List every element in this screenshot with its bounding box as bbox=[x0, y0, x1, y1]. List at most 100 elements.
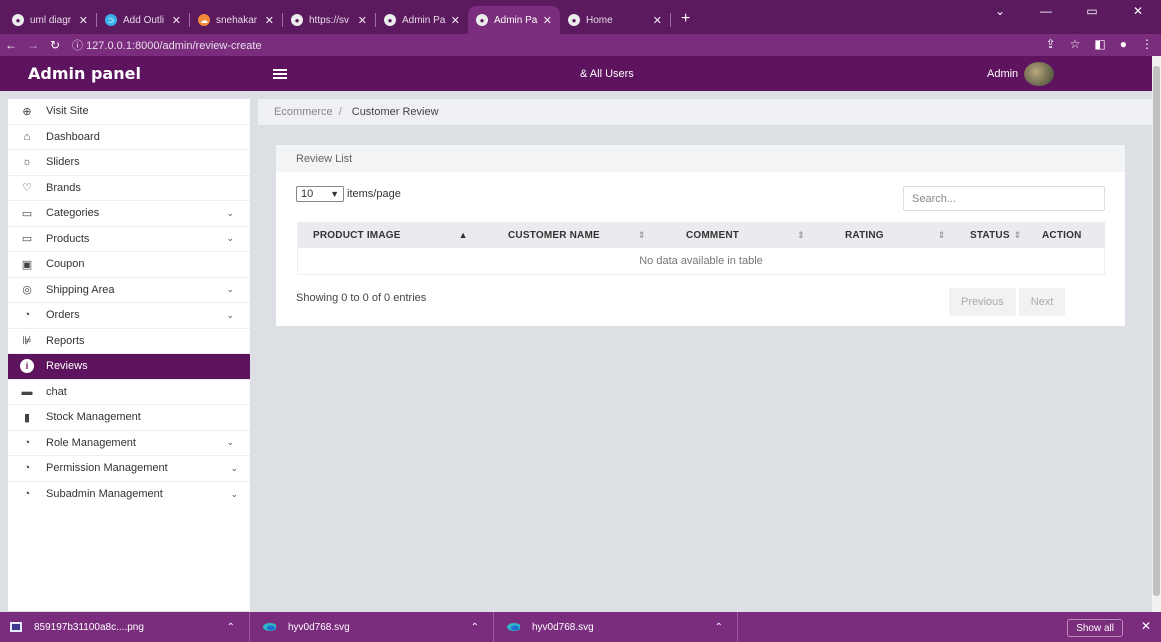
close-tab-icon[interactable]: ✕ bbox=[172, 14, 181, 27]
bookmark-icon: ▮ bbox=[23, 411, 31, 424]
edge-icon bbox=[263, 623, 276, 631]
pagination: Previous Next bbox=[949, 288, 1066, 316]
chevron-up-icon[interactable]: ⌃ bbox=[715, 622, 723, 633]
address-bar-actions: ⇪ ☆ ◧ ● ⋮ bbox=[1046, 37, 1153, 51]
sidebar-item-role-management[interactable]: ◔ Role Management ⌄ bbox=[8, 431, 250, 456]
sidebar-item-dashboard[interactable]: ⌂ Dashboard bbox=[8, 125, 250, 150]
table-empty-row: No data available in table bbox=[297, 248, 1105, 275]
chrome-icon: ● bbox=[476, 14, 488, 26]
per-page-control: 10 ▼ items/page bbox=[296, 186, 401, 202]
reload-icon[interactable]: ↻ bbox=[44, 38, 66, 52]
sidebar-item-orders[interactable]: ◔ Orders ⌄ bbox=[8, 303, 250, 329]
review-list-card: Review List 10 ▼ items/page Search... PRO… bbox=[276, 145, 1125, 326]
browser-tab[interactable]: ● https://sv ✕ bbox=[283, 6, 375, 34]
image-file-icon bbox=[10, 622, 22, 632]
clock-icon: ◔ bbox=[23, 462, 31, 475]
sidebar-item-products[interactable]: ▭ Products ⌄ bbox=[8, 227, 250, 252]
close-tab-icon[interactable]: ✕ bbox=[653, 14, 662, 27]
app-header: Admin panel & All Users Admin bbox=[0, 56, 1152, 91]
share-icon[interactable]: ⇪ bbox=[1046, 37, 1056, 51]
browser-tab[interactable]: ● Admin Pa ✕ bbox=[376, 6, 468, 34]
chevron-up-icon[interactable]: ⌃ bbox=[227, 622, 235, 633]
url-field[interactable]: ⓘ 127.0.0.1:8000/admin/review-create bbox=[72, 37, 262, 53]
browser-tab[interactable]: ● uml diagr ✕ bbox=[4, 6, 96, 34]
browser-tab[interactable]: ● Home ✕ bbox=[560, 6, 670, 34]
chevron-up-icon[interactable]: ⌃ bbox=[471, 622, 479, 633]
sidebar-item-shipping-area[interactable]: ◎ Shipping Area ⌄ bbox=[8, 278, 250, 303]
sidebar-item-chat[interactable]: ▬ chat bbox=[8, 380, 250, 405]
close-tab-icon[interactable]: ✕ bbox=[358, 14, 367, 27]
column-action[interactable]: ACTION bbox=[1042, 222, 1105, 248]
previous-button[interactable]: Previous bbox=[949, 288, 1016, 316]
sidebar-item-sliders[interactable]: ☼ Sliders bbox=[8, 150, 250, 176]
all-users-link[interactable]: & All Users bbox=[580, 68, 634, 80]
sidebar-item-categories[interactable]: ▭ Categories ⌄ bbox=[8, 201, 250, 227]
sort-asc-icon: ▲ bbox=[458, 230, 468, 240]
menu-icon[interactable]: ⋮ bbox=[1141, 37, 1153, 51]
browser-tab-bar: ● uml diagr ✕ ⊃ Add Outli ✕ ☁ snehakar ✕ ● http… bbox=[0, 0, 1161, 34]
search-input[interactable]: Search... bbox=[903, 186, 1105, 211]
browser-tab[interactable]: ☁ snehakar ✕ bbox=[190, 6, 282, 34]
info-icon[interactable]: ⓘ bbox=[72, 40, 83, 52]
sidebar-item-reviews[interactable]: i Reviews bbox=[8, 354, 250, 380]
forward-icon[interactable]: → bbox=[22, 38, 44, 52]
close-window-icon[interactable]: ✕ bbox=[1115, 0, 1161, 24]
outline-icon: ⊃ bbox=[105, 14, 117, 26]
download-item[interactable]: hyv0d768.svg ⌃ bbox=[494, 612, 738, 642]
calendar-icon: ▣ bbox=[21, 258, 33, 271]
close-icon[interactable]: ✕ bbox=[1141, 619, 1151, 633]
brand-title: Admin panel bbox=[28, 64, 141, 83]
chat-icon: ▬ bbox=[21, 385, 33, 398]
minimize-icon[interactable]: — bbox=[1023, 0, 1069, 24]
maximize-icon[interactable]: ▭ bbox=[1069, 0, 1115, 24]
sidebar-item-visit-site[interactable]: ⊕ Visit Site bbox=[8, 99, 250, 125]
sidepanel-icon[interactable]: ◧ bbox=[1094, 37, 1105, 51]
column-comment[interactable]: COMMENT ⇕ bbox=[686, 222, 805, 248]
sidebar-item-permission-management[interactable]: ◔ Permission Management ⌄ bbox=[8, 456, 250, 482]
browser-tab[interactable]: ⊃ Add Outli ✕ bbox=[97, 6, 189, 34]
breadcrumb-parent[interactable]: Ecommerce bbox=[274, 106, 333, 118]
tab-separator bbox=[670, 13, 671, 27]
per-page-label: items/page bbox=[347, 188, 401, 200]
chevron-down-icon[interactable]: ⌄ bbox=[977, 0, 1023, 24]
close-tab-icon[interactable]: ✕ bbox=[79, 14, 88, 27]
location-icon: ◎ bbox=[22, 284, 32, 297]
close-tab-icon[interactable]: ✕ bbox=[543, 14, 552, 27]
column-status[interactable]: STATUS ⇕ bbox=[970, 222, 1021, 248]
sort-icon: ⇕ bbox=[937, 229, 946, 240]
close-tab-icon[interactable]: ✕ bbox=[265, 14, 274, 27]
column-product-image[interactable]: PRODUCT IMAGE ▲ bbox=[313, 222, 468, 248]
column-rating[interactable]: RATING ⇕ bbox=[845, 222, 946, 248]
admin-menu[interactable]: Admin bbox=[987, 61, 1055, 86]
chevron-down-icon: ⌄ bbox=[226, 284, 234, 295]
chrome-icon: ● bbox=[568, 14, 580, 26]
sidebar-item-reports[interactable]: ⊯ Reports bbox=[8, 329, 250, 354]
clock-icon: ◔ bbox=[23, 309, 31, 322]
download-item[interactable]: hyv0d768.svg ⌃ bbox=[250, 612, 494, 642]
close-tab-icon[interactable]: ✕ bbox=[451, 14, 460, 27]
browser-tab-active[interactable]: ● Admin Pa ✕ bbox=[468, 6, 560, 34]
window-controls: ⌄ — ▭ ✕ bbox=[977, 0, 1161, 24]
column-customer-name[interactable]: CUSTOMER NAME ⇕ bbox=[508, 222, 646, 248]
sidebar-item-stock-management[interactable]: ▮ Stock Management bbox=[8, 405, 250, 431]
hamburger-icon[interactable] bbox=[273, 68, 287, 79]
per-page-select[interactable]: 10 ▼ bbox=[296, 186, 344, 202]
show-all-button[interactable]: Show all bbox=[1067, 619, 1123, 637]
scrollbar-thumb[interactable] bbox=[1153, 66, 1160, 596]
sidebar-item-brands[interactable]: ♡ Brands bbox=[8, 176, 250, 201]
download-item[interactable]: 859197b31100a8c....png ⌃ bbox=[0, 612, 250, 642]
chrome-icon: ● bbox=[12, 14, 24, 26]
sidebar-item-coupon[interactable]: ▣ Coupon bbox=[8, 252, 250, 278]
next-button[interactable]: Next bbox=[1018, 288, 1066, 316]
home-icon: ⌂ bbox=[23, 130, 31, 143]
admin-label: Admin bbox=[987, 67, 1019, 80]
back-icon[interactable]: ← bbox=[0, 38, 22, 52]
breadcrumb: Ecommerce / Customer Review bbox=[258, 99, 1152, 125]
sidebar-item-subadmin-management[interactable]: ◔ Subadmin Management ⌄ bbox=[8, 482, 250, 508]
page-scrollbar[interactable] bbox=[1152, 56, 1161, 612]
table-info: Showing 0 to 0 of 0 entries bbox=[296, 292, 427, 304]
clock-icon: ◔ bbox=[23, 488, 31, 501]
star-icon[interactable]: ☆ bbox=[1070, 37, 1081, 51]
new-tab-icon[interactable]: + bbox=[681, 10, 690, 28]
profile-icon[interactable]: ● bbox=[1120, 37, 1127, 51]
